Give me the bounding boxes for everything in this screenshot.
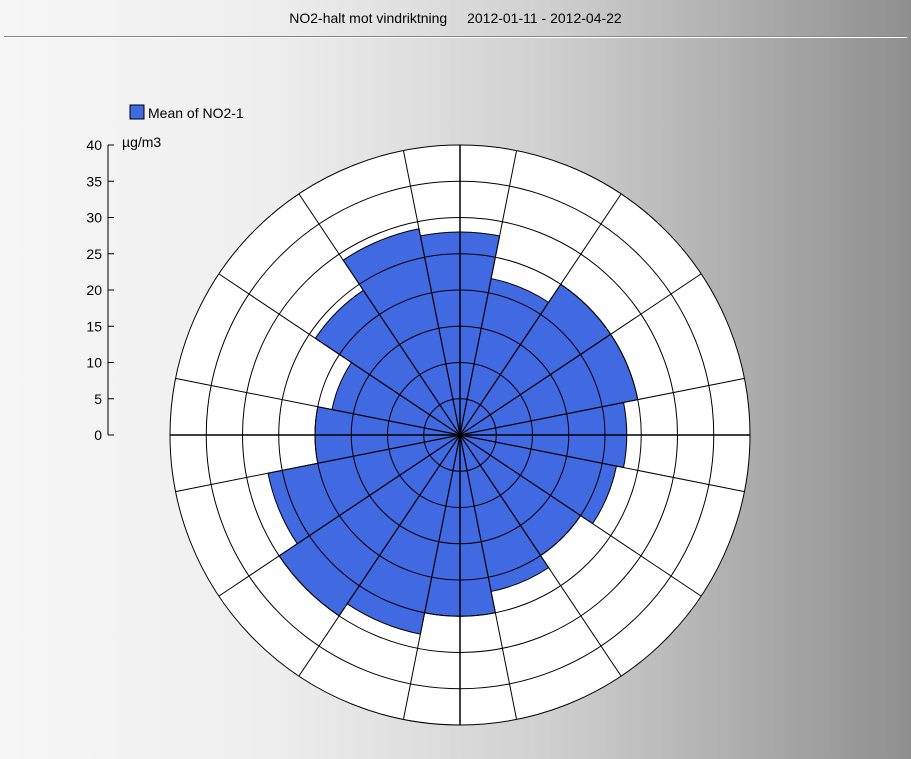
chart-title-main: NO2-halt mot vindriktning <box>289 10 447 26</box>
axis-tick-label: 10 <box>86 355 102 371</box>
axis-tick-label: 5 <box>94 391 102 407</box>
chart-page: NO2-halt mot vindriktning 2012-01-11 - 2… <box>0 0 911 759</box>
axis-tick-label: 20 <box>86 282 102 298</box>
legend-label: Mean of NO2-1 <box>148 105 244 121</box>
axis-tick-label: 25 <box>86 246 102 262</box>
polar-chart-svg: 0 5 10 15 20 25 30 35 40 µg/m3 Mean of NO2-1 <box>0 40 911 759</box>
axis-tick-label: 40 <box>86 137 102 153</box>
axis-tick-label: 30 <box>86 210 102 226</box>
axis-unit-label: µg/m3 <box>122 134 161 150</box>
polar-chart: 0 5 10 15 20 25 30 35 40 µg/m3 Mean of NO2-1 <box>0 40 911 759</box>
divider-line <box>4 36 907 38</box>
chart-title-bar: NO2-halt mot vindriktning 2012-01-11 - 2… <box>0 0 911 34</box>
axis-tick-label: 35 <box>86 173 102 189</box>
axis-tick-label: 0 <box>94 427 102 443</box>
axis-tick-label: 15 <box>86 318 102 334</box>
chart-title-dates: 2012-01-11 - 2012-04-22 <box>467 10 622 26</box>
legend-swatch <box>130 105 144 119</box>
